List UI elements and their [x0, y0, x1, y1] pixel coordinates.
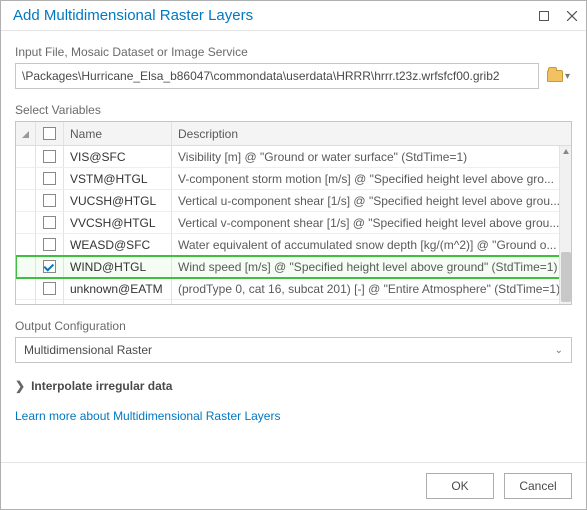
scrollbar-thumb[interactable]: [561, 252, 571, 302]
scroll-up-icon: [562, 148, 570, 156]
close-button[interactable]: [558, 2, 586, 30]
row-checkbox-cell[interactable]: [36, 234, 64, 255]
row-name: VSTM@HTGL: [64, 168, 172, 189]
table-body: VIS@SFCVisibility [m] @ "Ground or water…: [16, 146, 571, 304]
row-handle: [16, 168, 36, 189]
table-header: Name Description: [16, 122, 571, 146]
row-description: Vertical u-component shear [1/s] @ "Spec…: [172, 190, 571, 211]
table-row[interactable]: VSTM@HTGLV-component storm motion [m/s] …: [16, 168, 571, 190]
row-description: V-component storm motion [m/s] @ "Specif…: [172, 168, 571, 189]
header-corner[interactable]: [16, 122, 36, 145]
maximize-button[interactable]: [530, 2, 558, 30]
row-checkbox-cell[interactable]: [36, 212, 64, 233]
row-handle: [16, 256, 36, 277]
dialog-content: Input File, Mosaic Dataset or Image Serv…: [1, 31, 586, 462]
vertical-scrollbar[interactable]: [559, 146, 571, 304]
cancel-button[interactable]: Cancel: [504, 473, 572, 499]
accordion-label: Interpolate irregular data: [31, 379, 172, 393]
row-checkbox-cell[interactable]: [36, 168, 64, 189]
row-checkbox-cell[interactable]: [36, 278, 64, 299]
input-path-value: \Packages\Hurricane_Elsa_b86047\commonda…: [22, 69, 500, 83]
row-description: Water equivalent of accumulated snow dep…: [172, 234, 571, 255]
interpolate-accordion[interactable]: ❯ Interpolate irregular data: [15, 379, 572, 393]
chevron-down-icon: ⌄: [555, 345, 563, 356]
checkbox-icon: [43, 150, 56, 163]
learn-more-link[interactable]: Learn more about Multidimensional Raster…: [15, 409, 572, 423]
header-name[interactable]: Name: [64, 122, 172, 145]
chevron-down-icon: ▾: [565, 71, 570, 82]
input-label: Input File, Mosaic Dataset or Image Serv…: [15, 45, 572, 59]
row-checkbox-cell[interactable]: [36, 190, 64, 211]
ok-button[interactable]: OK: [426, 473, 494, 499]
row-description: (prodType 2, cat 0, subcat 231) [-] @ "G…: [172, 300, 571, 304]
table-row[interactable]: WEASD@SFCWater equivalent of accumulated…: [16, 234, 571, 256]
row-name: WIND@HTGL: [64, 256, 172, 277]
row-name: WEASD@SFC: [64, 234, 172, 255]
table-row[interactable]: WIND@HTGLWind speed [m/s] @ "Specified h…: [16, 256, 571, 278]
row-name: VIS@SFC: [64, 146, 172, 167]
dialog-footer: OK Cancel: [1, 462, 586, 509]
table-row[interactable]: VUCSH@HTGLVertical u-component shear [1/…: [16, 190, 571, 212]
checkbox-icon: [43, 238, 56, 251]
header-check[interactable]: [36, 122, 64, 145]
row-name: unknown@SFC: [64, 300, 172, 304]
row-name: VVCSH@HTGL: [64, 212, 172, 233]
row-handle: [16, 234, 36, 255]
table-row[interactable]: VVCSH@HTGLVertical v-component shear [1/…: [16, 212, 571, 234]
row-checkbox-cell[interactable]: [36, 300, 64, 304]
input-path-field[interactable]: \Packages\Hurricane_Elsa_b86047\commonda…: [15, 63, 539, 89]
browse-button[interactable]: ▾: [545, 68, 572, 84]
row-description: Wind speed [m/s] @ "Specified height lev…: [172, 256, 571, 277]
variables-table: Name Description VIS@SFCVisibility [m] @…: [15, 121, 572, 305]
row-description: (prodType 0, cat 16, subcat 201) [-] @ "…: [172, 278, 571, 299]
table-row[interactable]: unknown@EATM(prodType 0, cat 16, subcat …: [16, 278, 571, 300]
checkbox-icon: [43, 282, 56, 295]
row-name: VUCSH@HTGL: [64, 190, 172, 211]
dialog-window: Add Multidimensional Raster Layers Input…: [0, 0, 587, 510]
row-handle: [16, 146, 36, 167]
window-title: Add Multidimensional Raster Layers: [13, 7, 530, 24]
row-description: Visibility [m] @ "Ground or water surfac…: [172, 146, 571, 167]
checkbox-icon: [43, 216, 56, 229]
checkbox-icon: [43, 127, 56, 140]
output-label: Output Configuration: [15, 319, 572, 333]
row-description: Vertical v-component shear [1/s] @ "Spec…: [172, 212, 571, 233]
row-handle: [16, 278, 36, 299]
header-description[interactable]: Description: [172, 122, 571, 145]
row-name: unknown@EATM: [64, 278, 172, 299]
row-handle: [16, 300, 36, 304]
folder-icon: [547, 70, 563, 82]
row-handle: [16, 212, 36, 233]
row-checkbox-cell[interactable]: [36, 256, 64, 277]
table-row[interactable]: unknown@SFC(prodType 2, cat 0, subcat 23…: [16, 300, 571, 304]
chevron-right-icon: ❯: [15, 379, 25, 393]
row-handle: [16, 190, 36, 211]
checkbox-icon: [43, 260, 56, 273]
output-config-select[interactable]: Multidimensional Raster ⌄: [15, 337, 572, 363]
variables-label: Select Variables: [15, 103, 572, 117]
checkbox-icon: [43, 172, 56, 185]
table-row[interactable]: VIS@SFCVisibility [m] @ "Ground or water…: [16, 146, 571, 168]
row-checkbox-cell[interactable]: [36, 146, 64, 167]
titlebar: Add Multidimensional Raster Layers: [1, 1, 586, 31]
output-config-value: Multidimensional Raster: [24, 343, 152, 357]
checkbox-icon: [43, 194, 56, 207]
